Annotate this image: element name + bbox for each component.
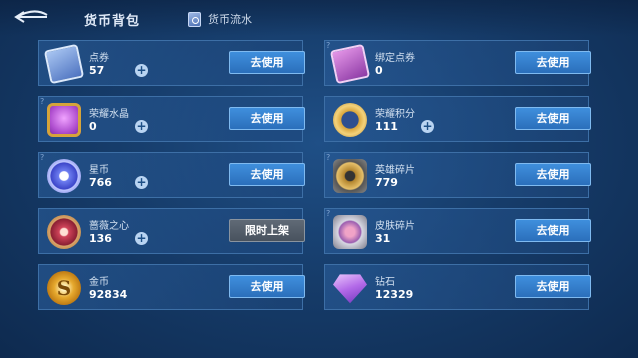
use-hero-fragment-button[interactable]: 去使用 bbox=[515, 163, 591, 186]
currency-card-diamond: 钻石 12329 去使用 bbox=[324, 264, 591, 310]
info-icon[interactable]: ? bbox=[40, 98, 44, 106]
currency-card-rose-heart: 蔷薇之心 136 + 限时上架 bbox=[38, 208, 305, 254]
currency-value: 766 bbox=[89, 176, 112, 189]
info-icon[interactable]: ? bbox=[326, 154, 330, 162]
back-arrow-icon[interactable] bbox=[14, 9, 48, 25]
use-star-coin-button[interactable]: 去使用 bbox=[229, 163, 305, 186]
skin-fragment-icon bbox=[333, 215, 367, 249]
currency-value: 136 bbox=[89, 232, 112, 245]
currency-name: 荣耀水晶 bbox=[89, 109, 129, 120]
currency-flow-icon bbox=[188, 11, 201, 27]
rose-heart-icon bbox=[47, 215, 81, 249]
currency-name: 金币 bbox=[89, 277, 109, 288]
add-star-coin-button[interactable]: + bbox=[135, 176, 148, 189]
info-icon[interactable]: ? bbox=[40, 154, 44, 162]
currency-card-skin-fragment: ? 皮肤碎片 31 去使用 bbox=[324, 208, 591, 254]
add-ticket-button[interactable]: + bbox=[135, 64, 148, 77]
diamond-icon bbox=[333, 274, 367, 304]
use-gold-button[interactable]: 去使用 bbox=[229, 275, 305, 298]
currency-card-hero-fragment: ? 英雄碎片 779 去使用 bbox=[324, 152, 591, 198]
currency-value: 111 bbox=[375, 120, 398, 133]
currency-card-crystal: ? 荣耀水晶 0 + 去使用 bbox=[38, 96, 305, 142]
currency-name: 英雄碎片 bbox=[375, 165, 415, 176]
currency-name: 钻石 bbox=[375, 277, 395, 288]
currency-value: 57 bbox=[89, 64, 105, 77]
limited-time-button[interactable]: 限时上架 bbox=[229, 219, 305, 242]
use-bound-ticket-button[interactable]: 去使用 bbox=[515, 51, 591, 74]
currency-value: 779 bbox=[375, 176, 398, 189]
currency-name: 皮肤碎片 bbox=[375, 221, 415, 232]
currency-value: 12329 bbox=[375, 288, 414, 301]
info-icon[interactable]: ? bbox=[326, 42, 330, 50]
currency-value: 92834 bbox=[89, 288, 128, 301]
add-honor-points-button[interactable]: + bbox=[421, 120, 434, 133]
currency-value: 0 bbox=[89, 120, 97, 133]
currency-card-bound-ticket: ? 绑定点券 0 去使用 bbox=[324, 40, 591, 86]
currency-name: 荣耀积分 bbox=[375, 109, 415, 120]
currency-name: 蔷薇之心 bbox=[89, 221, 129, 232]
use-crystal-button[interactable]: 去使用 bbox=[229, 107, 305, 130]
use-skin-fragment-button[interactable]: 去使用 bbox=[515, 219, 591, 242]
currency-name: 星币 bbox=[89, 165, 109, 176]
use-honor-points-button[interactable]: 去使用 bbox=[515, 107, 591, 130]
use-diamond-button[interactable]: 去使用 bbox=[515, 275, 591, 298]
currency-value: 31 bbox=[375, 232, 391, 245]
page-title: 货币背包 bbox=[84, 14, 141, 29]
use-ticket-button[interactable]: 去使用 bbox=[229, 51, 305, 74]
currency-flow-label: 货币流水 bbox=[208, 13, 252, 26]
currency-card-gold: S 金币 92834 去使用 bbox=[38, 264, 305, 310]
star-coin-icon bbox=[47, 159, 81, 193]
currency-card-ticket: 点券 57 + 去使用 bbox=[38, 40, 305, 86]
currency-flow-link[interactable]: 货币流水 bbox=[188, 11, 252, 27]
add-crystal-button[interactable]: + bbox=[135, 120, 148, 133]
add-rose-heart-button[interactable]: + bbox=[135, 232, 148, 245]
info-icon[interactable]: ? bbox=[326, 210, 330, 218]
currency-value: 0 bbox=[375, 64, 383, 77]
currency-name: 绑定点券 bbox=[375, 53, 415, 64]
currency-card-star-coin: ? 星币 766 + 去使用 bbox=[38, 152, 305, 198]
hero-fragment-icon bbox=[333, 159, 367, 193]
bound-ticket-icon bbox=[329, 43, 371, 85]
gold-coin-icon: S bbox=[47, 271, 81, 305]
currency-name: 点券 bbox=[89, 53, 109, 64]
honor-points-icon bbox=[333, 103, 367, 137]
ticket-icon bbox=[43, 43, 85, 85]
currency-card-honor-points: 荣耀积分 111 + 去使用 bbox=[324, 96, 591, 142]
crystal-icon bbox=[47, 103, 81, 137]
